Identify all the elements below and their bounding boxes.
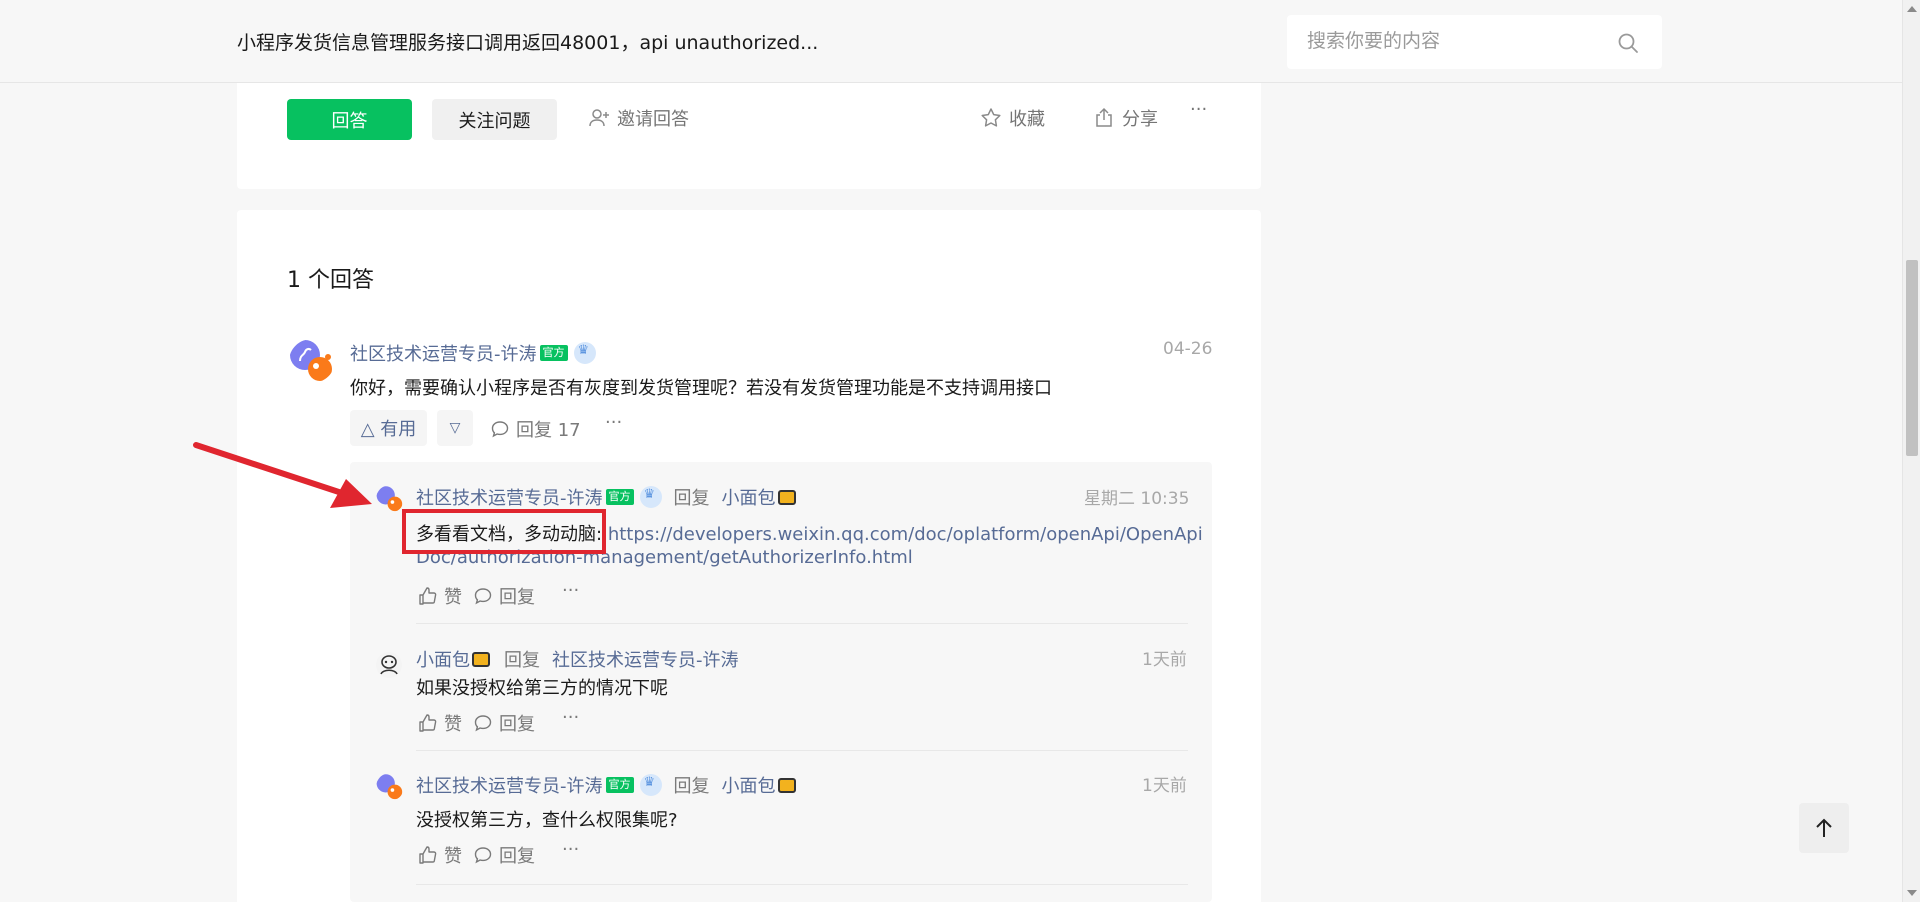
crown-icon (573, 342, 596, 364)
bread-badge-icon (472, 651, 490, 667)
avatar[interactable] (376, 773, 404, 801)
reply-time: 1天前 (1142, 776, 1187, 796)
highlight-box (402, 509, 606, 554)
scroll-down-icon[interactable] (1907, 890, 1917, 896)
reply-time: 星期二 10:35 (1084, 489, 1190, 509)
reply-target[interactable]: 小面包 (722, 772, 776, 798)
answer-count: 1 个回答 (287, 268, 374, 293)
like-button[interactable]: 赞 (418, 583, 462, 609)
arrow-up-icon (1816, 818, 1832, 837)
reply-author[interactable]: 小面包 (416, 646, 470, 672)
bread-badge-icon (777, 489, 796, 505)
reply-time: 1天前 (1142, 650, 1187, 670)
scroll-up-icon[interactable] (1907, 6, 1917, 12)
follow-question-button[interactable]: 关注问题 (432, 99, 557, 140)
divider (416, 623, 1188, 624)
search-icon[interactable] (1616, 31, 1640, 55)
red-arrow-icon (193, 442, 372, 508)
comment-icon (491, 421, 509, 438)
scrollbar-thumb[interactable] (1906, 260, 1918, 456)
reply-word: 回复 (673, 488, 710, 509)
answer-time: 04-26 (1163, 339, 1213, 359)
like-label: 赞 (444, 846, 462, 867)
reply-header: 社区技术运营专员-许涛 官方 回复 小面包 (416, 484, 796, 510)
share-icon (1096, 107, 1112, 127)
reply-header: 小面包 回复 社区技术运营专员-许涛 (416, 646, 739, 672)
reply-more-button[interactable]: ··· (562, 580, 579, 601)
invite-answer-button[interactable]: 邀请回答 (587, 105, 689, 131)
divider (416, 884, 1188, 885)
answer-header: 社区技术运营专员-许涛 官方 (350, 340, 596, 366)
more-actions-button[interactable]: ··· (1190, 99, 1207, 120)
question-title[interactable]: 小程序发货信息管理服务接口调用返回48001，api unauthorized.… (237, 28, 818, 55)
thumbs-up-icon (419, 714, 437, 732)
invite-answer-label: 邀请回答 (617, 109, 689, 130)
crown-icon (639, 774, 662, 796)
search-input[interactable] (1307, 30, 1607, 52)
reply-button[interactable]: 回复 (473, 842, 535, 868)
reply-label: 回复 (499, 714, 535, 735)
reply-count-label: 回复 17 (516, 420, 581, 441)
official-badge: 官方 (605, 489, 634, 505)
reply-author[interactable]: 社区技术运营专员-许涛 (416, 772, 603, 798)
bread-badge-icon (777, 777, 796, 793)
scrollbar[interactable] (1902, 0, 1920, 902)
like-button[interactable]: 赞 (418, 842, 462, 868)
add-user-icon (589, 109, 609, 127)
reply-label: 回复 (499, 587, 535, 608)
divider (416, 750, 1188, 751)
downvote-button[interactable]: ▽ (437, 410, 473, 446)
crown-icon (639, 486, 662, 508)
thumbs-up-icon (419, 587, 437, 605)
back-to-top-button[interactable] (1799, 803, 1849, 853)
like-label: 赞 (444, 714, 462, 735)
reply-target[interactable]: 社区技术运营专员-许涛 (552, 646, 739, 672)
top-header: 小程序发货信息管理服务接口调用返回48001，api unauthorized.… (0, 0, 1902, 83)
doc-link[interactable]: https://developers.weixin.qq.com/doc/opl… (608, 524, 1203, 545)
avatar[interactable] (375, 650, 403, 680)
reply-target[interactable]: 小面包 (722, 484, 776, 510)
collect-label: 收藏 (1009, 109, 1045, 130)
reply-more-button[interactable]: ··· (562, 707, 579, 728)
share-label: 分享 (1122, 109, 1158, 130)
official-badge: 官方 (539, 345, 568, 361)
comment-icon (474, 847, 492, 864)
answer-content: 你好，需要确认小程序是否有灰度到发货管理呢？若没有发货管理功能是不支持调用接口 (350, 378, 1052, 399)
reply-more-button[interactable]: ··· (562, 839, 579, 860)
answer-author[interactable]: 社区技术运营专员-许涛 (350, 340, 537, 366)
reply-header: 社区技术运营专员-许涛 官方 回复 小面包 (416, 772, 796, 798)
share-button[interactable]: 分享 (1092, 105, 1158, 131)
like-label: 赞 (444, 587, 462, 608)
reply-word: 回复 (504, 650, 540, 671)
question-actions-card: 回答 关注问题 邀请回答 收藏 分享 ··· (237, 83, 1261, 189)
avatar[interactable] (289, 339, 335, 383)
answer-button[interactable]: 回答 (287, 99, 412, 140)
reply-author[interactable]: 社区技术运营专员-许涛 (416, 484, 603, 510)
answer-more-button[interactable]: ··· (605, 412, 622, 433)
reply-button[interactable]: 回复 (473, 710, 535, 736)
reply-content: 如果没授权给第三方的情况下呢 (416, 678, 668, 699)
search-box[interactable] (1287, 15, 1662, 69)
official-badge: 官方 (605, 777, 634, 793)
collect-button[interactable]: 收藏 (979, 105, 1045, 131)
thumbs-up-icon (419, 846, 437, 864)
comment-icon (474, 588, 492, 605)
like-button[interactable]: 赞 (418, 710, 462, 736)
reply-button[interactable]: 回复 (473, 583, 535, 609)
reply-label: 回复 (499, 846, 535, 867)
comment-icon (474, 715, 492, 732)
reply-count-button[interactable]: 回复 17 (490, 416, 581, 442)
reply-content: 没授权第三方，查什么权限集呢? (416, 810, 678, 831)
star-icon (981, 108, 1001, 127)
reply-word: 回复 (673, 776, 710, 797)
